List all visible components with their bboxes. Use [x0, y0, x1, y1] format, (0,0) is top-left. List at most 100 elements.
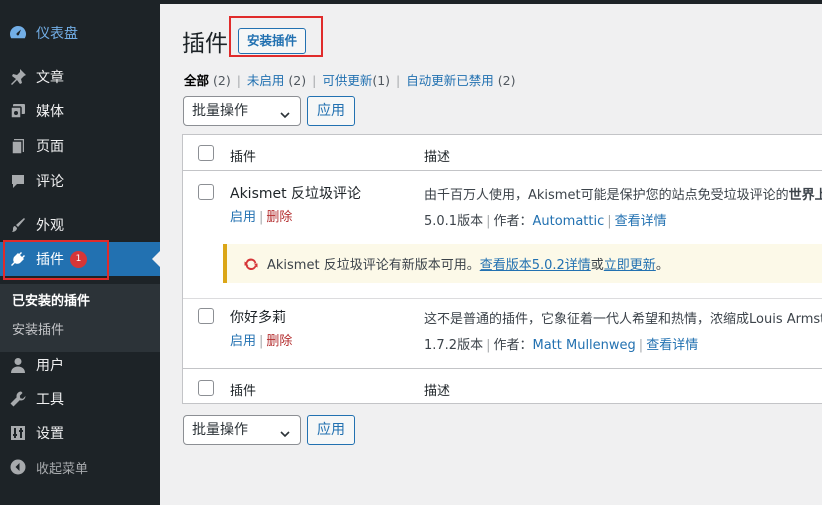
column-footer-description: 描述 — [424, 384, 451, 399]
filter-separator: | — [312, 73, 317, 88]
menu-comments[interactable]: 评论 — [0, 164, 160, 198]
comment-icon — [9, 172, 27, 190]
add-plugin-button[interactable]: 安装插件 — [238, 28, 307, 54]
update-notice-end: 。 — [655, 258, 669, 273]
menu-collapse-label: 收起菜单 — [36, 461, 89, 477]
menu-plugins[interactable]: 插件 1 — [0, 242, 160, 276]
menu-comments-label: 评论 — [36, 174, 64, 190]
filter-updates[interactable]: 可供更新 — [322, 73, 372, 88]
plugin-row-actions: 启用 | 删除 — [230, 210, 293, 225]
chevron-down-icon — [278, 423, 292, 451]
wrench-icon — [9, 390, 27, 408]
bulk-actions-label: 批量操作 — [192, 422, 248, 438]
submenu-add-plugins[interactable]: 安装插件 — [12, 319, 64, 338]
filter-inactive[interactable]: 未启用 — [247, 73, 285, 88]
menu-posts-label: 文章 — [36, 70, 64, 86]
column-header-plugin[interactable]: 插件 — [230, 146, 256, 165]
view-details-link[interactable]: 查看详情 — [646, 338, 698, 353]
plugins-update-badge: 1 — [70, 250, 87, 268]
menu-media[interactable]: 媒体 — [0, 94, 160, 128]
filter-all[interactable]: 全部 — [184, 73, 209, 88]
admin-sidebar: 仪表盘 文章 媒体 页面 评论 外观 插件 1 已安装的插件 安装插件 用户 工… — [0, 4, 160, 505]
view-version-details-link[interactable]: 查看版本5.0.2详情 — [480, 254, 591, 273]
column-header-description: 描述 — [424, 150, 451, 165]
author-link[interactable]: Matt Mullenweg — [532, 338, 635, 353]
pushpin-icon — [9, 68, 27, 86]
filter-updates-count: (1) — [372, 73, 391, 88]
menu-media-label: 媒体 — [36, 104, 64, 120]
menu-appearance[interactable]: 外观 — [0, 208, 160, 242]
select-all-checkbox[interactable] — [198, 145, 214, 161]
plugin-version: 1.7.2版本 — [424, 338, 484, 353]
menu-tools[interactable]: 工具 — [0, 382, 160, 416]
page-title: 插件 — [182, 31, 228, 57]
author-prefix: 作者： — [493, 214, 533, 229]
author-prefix: 作者： — [493, 338, 533, 353]
collapse-arrow-icon — [9, 458, 27, 476]
paintbrush-icon — [9, 216, 27, 234]
menu-users[interactable]: 用户 — [0, 348, 160, 382]
submenu-installed-plugins[interactable]: 已安装的插件 — [12, 290, 90, 309]
plugin-row-actions: 启用 | 删除 — [230, 334, 293, 349]
header-divider — [183, 170, 822, 171]
plugin-description-text: 由千百万人使用，Akismet可能是保护您的站点免受垃圾评论的 — [424, 188, 789, 203]
menu-pages[interactable]: 页面 — [0, 129, 160, 163]
menu-dashboard[interactable]: 仪表盘 — [0, 16, 160, 50]
menu-users-label: 用户 — [36, 358, 64, 374]
filter-separator: | — [396, 73, 401, 88]
plugins-submenu: 已安装的插件 安装插件 — [0, 284, 160, 352]
apply-button-bottom[interactable]: 应用 — [307, 415, 355, 445]
footer-divider — [183, 368, 822, 369]
activate-link[interactable]: 启用 — [230, 210, 256, 225]
user-icon — [9, 356, 27, 374]
activate-link[interactable]: 启用 — [230, 334, 256, 349]
plugin-meta: 1.7.2版本 | 作者：Matt Mullenweg | 查看详情 — [424, 338, 699, 353]
select-all-checkbox-footer[interactable] — [198, 380, 214, 396]
menu-settings[interactable]: 设置 — [0, 416, 160, 450]
pages-icon — [9, 137, 27, 155]
filter-autoupdate-disabled[interactable]: 自动更新已禁用 — [406, 73, 494, 88]
author-link[interactable]: Automattic — [532, 214, 604, 229]
menu-posts[interactable]: 文章 — [0, 60, 160, 94]
view-details-link[interactable]: 查看详情 — [615, 214, 667, 229]
delete-link[interactable]: 删除 — [266, 334, 292, 349]
update-now-link[interactable]: 立即更新 — [604, 254, 656, 273]
update-notice-or: 或 — [590, 258, 604, 273]
chevron-down-icon — [278, 104, 292, 132]
filter-autoupdate-count: (2) — [497, 73, 516, 88]
plugin-checkbox[interactable] — [198, 184, 214, 200]
plugin-name: Akismet 反垃圾评论 — [230, 186, 362, 202]
plugin-checkbox[interactable] — [198, 308, 214, 324]
delete-link[interactable]: 删除 — [266, 210, 292, 225]
plugin-status-filters: 全部 (2) | 未启用 (2) | 可供更新(1) | 自动更新已禁用 (2) — [184, 70, 515, 89]
bulk-actions-select-bottom[interactable]: 批量操作 — [183, 415, 301, 445]
update-notice-text: Akismet 反垃圾评论有新版本可用。 — [267, 258, 480, 273]
plugin-icon — [9, 250, 27, 268]
plugin-description: 由千百万人使用，Akismet可能是保护您的站点免受垃圾评论的世界上最 — [424, 184, 822, 203]
media-icon — [9, 102, 27, 120]
main-content: 插件 安装插件 全部 (2) | 未启用 (2) | 可供更新(1) | 自动更… — [160, 4, 822, 505]
settings-icon — [9, 424, 27, 442]
filter-all-count: (2) — [213, 73, 231, 88]
bulk-actions-label: 批量操作 — [192, 103, 248, 119]
bulk-actions-select-top[interactable]: 批量操作 — [183, 96, 301, 126]
filter-separator: | — [236, 73, 241, 88]
plugin-meta: 5.0.1版本 | 作者：Automattic | 查看详情 — [424, 214, 667, 229]
menu-dashboard-label: 仪表盘 — [36, 26, 78, 42]
menu-settings-label: 设置 — [36, 426, 64, 442]
column-footer-plugin[interactable]: 插件 — [230, 380, 256, 399]
menu-collapse[interactable]: 收起菜单 — [0, 450, 160, 484]
menu-appearance-label: 外观 — [36, 218, 64, 234]
plugin-description: 这不是普通的插件，它象征着一代人希望和热情，浓缩成Louis Armstro — [424, 312, 822, 327]
row-divider — [183, 298, 822, 299]
dashboard-icon — [9, 24, 27, 42]
menu-plugins-label: 插件 — [36, 252, 64, 268]
menu-pages-label: 页面 — [36, 139, 64, 155]
menu-tools-label: 工具 — [36, 392, 64, 408]
plugins-table: 插件 描述 Akismet 反垃圾评论 启用 | 删除 由千百万人使用，Akisme… — [182, 134, 822, 404]
plugin-name: 你好多莉 — [230, 310, 286, 326]
apply-button-top[interactable]: 应用 — [307, 96, 355, 126]
update-icon — [243, 256, 259, 272]
update-notice: Akismet 反垃圾评论有新版本可用。 查看版本5.0.2详情 或 立即更新 … — [223, 244, 822, 283]
plugin-description-bold: 世界上最 — [788, 188, 822, 203]
